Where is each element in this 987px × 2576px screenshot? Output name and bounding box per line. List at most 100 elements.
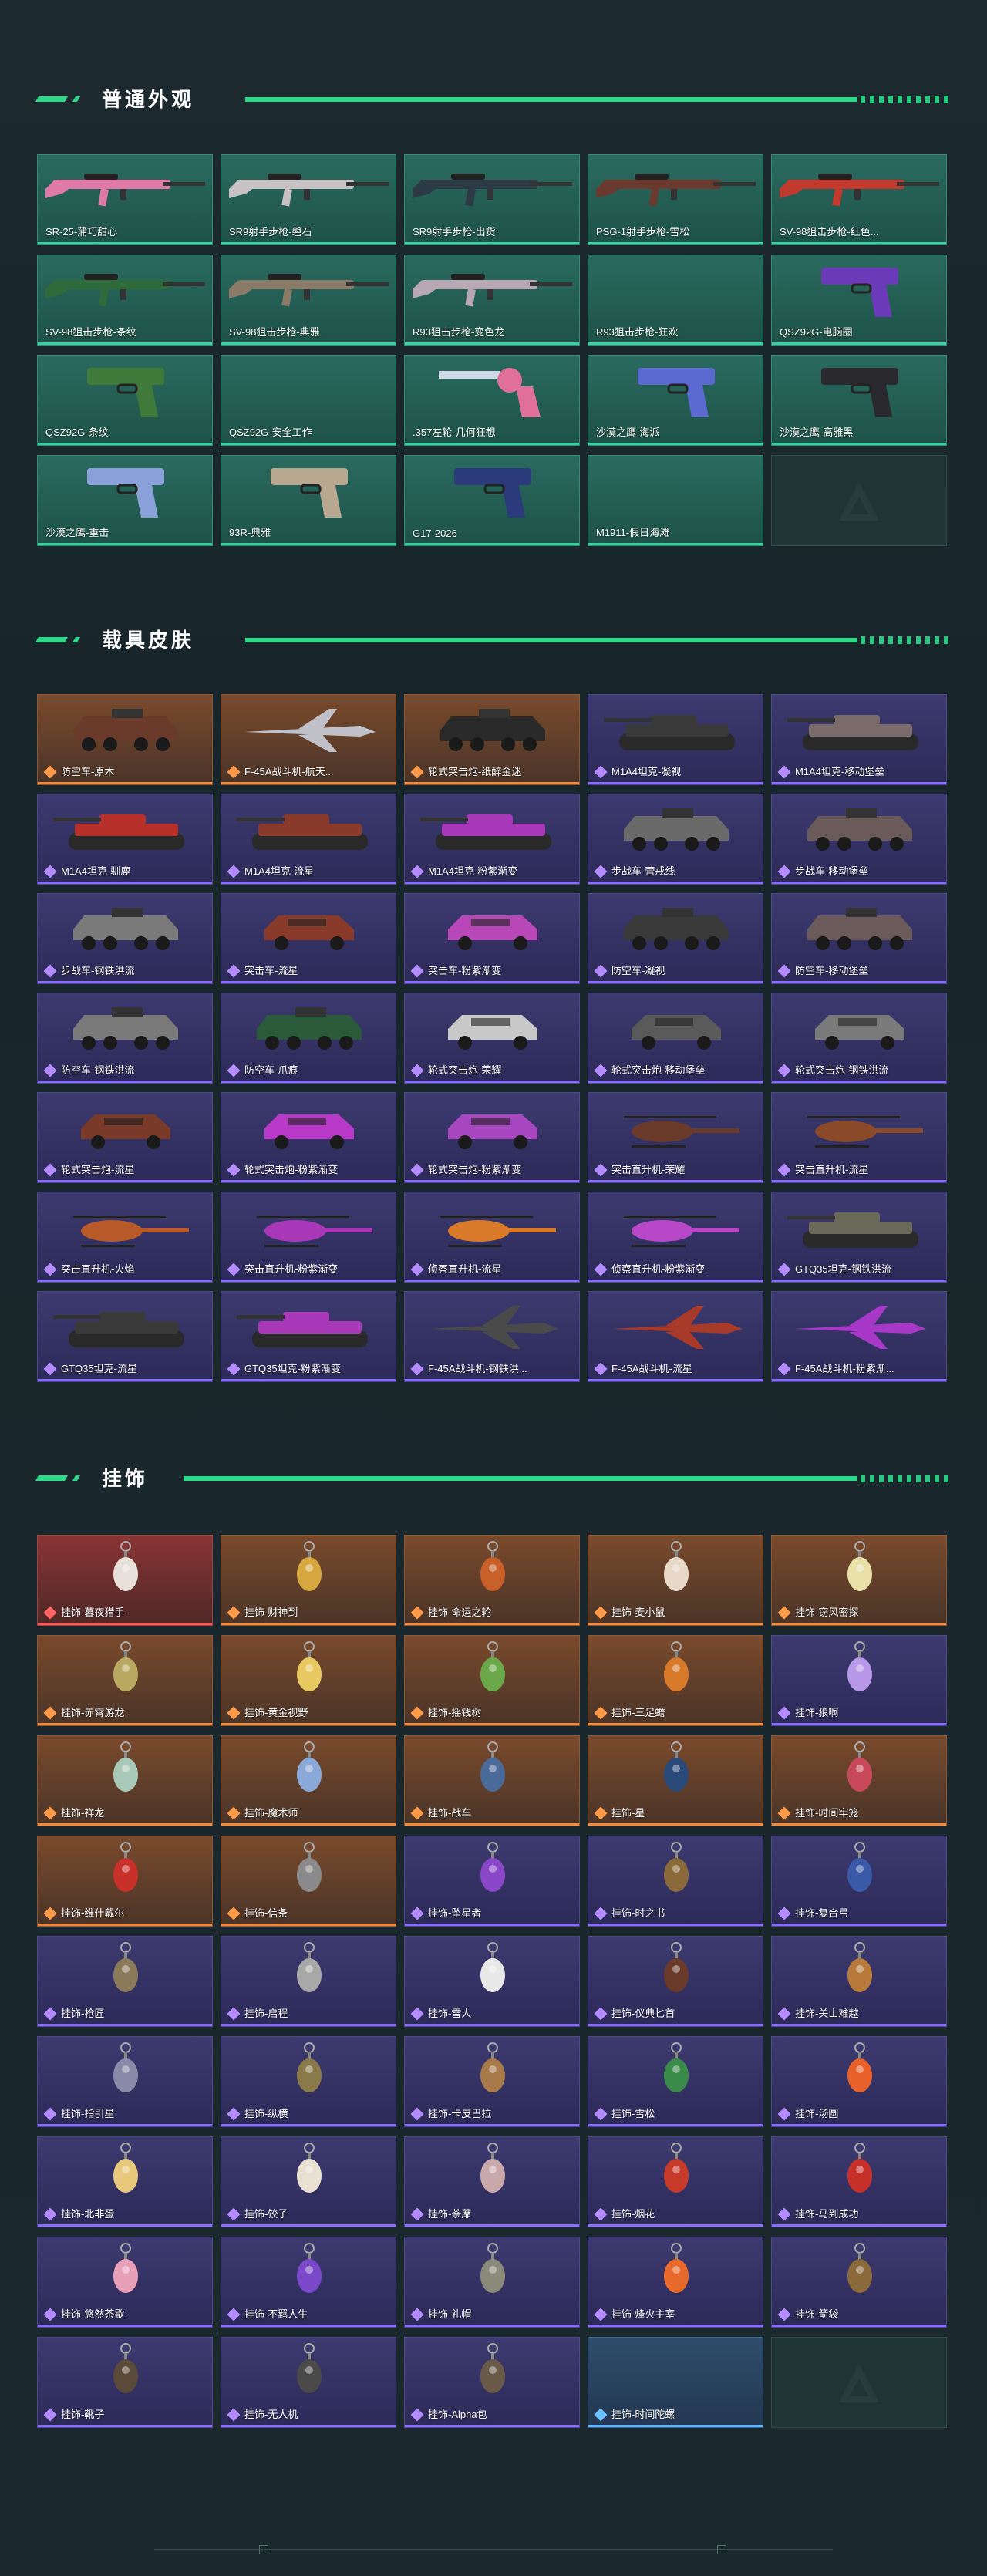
rarity-diamond-icon	[594, 1606, 608, 1620]
item-card[interactable]: 轮式突击炮-钢铁洪流	[771, 993, 947, 1084]
item-card[interactable]: 挂饰-坠星者	[404, 1836, 580, 1927]
item-card[interactable]: R93狙击步枪-变色龙	[404, 255, 580, 346]
item-card[interactable]: M1A4坦克-流星	[221, 794, 396, 885]
item-card[interactable]: 挂饰-祥龙	[37, 1735, 213, 1826]
item-card[interactable]: 挂饰-荼蘼	[404, 2136, 580, 2227]
item-card[interactable]: 挂饰-Alpha包	[404, 2337, 580, 2428]
item-card[interactable]: 挂饰-箭袋	[771, 2237, 947, 2328]
item-card[interactable]: 突击车-流星	[221, 893, 396, 984]
item-card[interactable]: 沙漠之鹰-高雅黑	[771, 355, 947, 446]
item-card[interactable]: 挂饰-狼啊	[771, 1635, 947, 1726]
item-card[interactable]: 挂饰-不羁人生	[221, 2237, 396, 2328]
item-card[interactable]: 突击直升机-粉紫渐变	[221, 1192, 396, 1283]
item-card[interactable]: 挂饰-烽火主宰	[588, 2237, 763, 2328]
item-card[interactable]: 突击直升机-流星	[771, 1092, 947, 1183]
item-card[interactable]: 突击车-粉紫渐变	[404, 893, 580, 984]
item-card[interactable]: GTQ35坦克-流星	[37, 1291, 213, 1382]
item-card[interactable]: 挂饰-指引星	[37, 2036, 213, 2127]
item-card[interactable]: 挂饰-复合弓	[771, 1836, 947, 1927]
item-card[interactable]: 步战车-移动堡垒	[771, 794, 947, 885]
item-card[interactable]: 挂饰-财神到	[221, 1535, 396, 1626]
item-card[interactable]: 挂饰-三足蟾	[588, 1635, 763, 1726]
item-card[interactable]: QSZ92G-安全工作	[221, 355, 396, 446]
item-card[interactable]: SV-98狙击步枪-典雅	[221, 255, 396, 346]
item-card[interactable]: G17-2026	[404, 455, 580, 546]
item-card[interactable]: 沙漠之鹰-重击	[37, 455, 213, 546]
item-card[interactable]: 挂饰-烟花	[588, 2136, 763, 2227]
item-card[interactable]: 侦察直升机-粉紫渐变	[588, 1192, 763, 1283]
item-card[interactable]: 防空车-原木	[37, 694, 213, 785]
item-card[interactable]: 挂饰-窃风密探	[771, 1535, 947, 1626]
item-card[interactable]: 轮式突击炮-荣耀	[404, 993, 580, 1084]
item-card[interactable]: 挂饰-枪匠	[37, 1936, 213, 2027]
item-card[interactable]: 轮式突击炮-粉紫渐变	[404, 1092, 580, 1183]
item-card[interactable]: 挂饰-启程	[221, 1936, 396, 2027]
item-card[interactable]: 侦察直升机-流星	[404, 1192, 580, 1283]
item-card[interactable]: 挂饰-无人机	[221, 2337, 396, 2428]
item-card[interactable]: M1A4坦克-驯鹿	[37, 794, 213, 885]
item-card[interactable]: 步战车-钢铁洪流	[37, 893, 213, 984]
item-card[interactable]: 挂饰-关山难越	[771, 1936, 947, 2027]
item-card[interactable]: 挂饰-麦小鼠	[588, 1535, 763, 1626]
item-card[interactable]: GTQ35坦克-粉紫渐变	[221, 1291, 396, 1382]
item-card[interactable]: QSZ92G-条纹	[37, 355, 213, 446]
item-card[interactable]: R93狙击步枪-狂欢	[588, 255, 763, 346]
item-card[interactable]: 挂饰-时间陀螺	[588, 2337, 763, 2428]
item-card[interactable]: 挂饰-星	[588, 1735, 763, 1826]
item-card[interactable]: 轮式突击炮-粉紫渐变	[221, 1092, 396, 1183]
item-card[interactable]: 挂饰-黄金视野	[221, 1635, 396, 1726]
item-card[interactable]: 防空车-移动堡垒	[771, 893, 947, 984]
item-card[interactable]: 挂饰-仪典匕首	[588, 1936, 763, 2027]
item-card[interactable]: 挂饰-赤霄游龙	[37, 1635, 213, 1726]
item-card[interactable]: 挂饰-时间牢笼	[771, 1735, 947, 1826]
item-card[interactable]: 突击直升机-荣耀	[588, 1092, 763, 1183]
item-card[interactable]: 防空车-凝视	[588, 893, 763, 984]
item-card[interactable]: SR9射手步枪-磐石	[221, 154, 396, 245]
item-card[interactable]: 93R-典雅	[221, 455, 396, 546]
item-card[interactable]: 防空车-爪痕	[221, 993, 396, 1084]
item-card[interactable]: PSG-1射手步枪-雪松	[588, 154, 763, 245]
item-card[interactable]: 挂饰-饺子	[221, 2136, 396, 2227]
item-card[interactable]: 挂饰-暮夜猎手	[37, 1535, 213, 1626]
item-card[interactable]: .357左轮-几何狂想	[404, 355, 580, 446]
item-card[interactable]: 挂饰-卡皮巴拉	[404, 2036, 580, 2127]
item-card[interactable]: 挂饰-魔术师	[221, 1735, 396, 1826]
item-card[interactable]: 挂饰-信条	[221, 1836, 396, 1927]
item-card[interactable]: 防空车-钢铁洪流	[37, 993, 213, 1084]
item-card[interactable]: 挂饰-战车	[404, 1735, 580, 1826]
item-card[interactable]: F-45A战斗机-粉紫渐...	[771, 1291, 947, 1382]
item-card[interactable]: M1A4坦克-粉紫渐变	[404, 794, 580, 885]
item-card[interactable]: GTQ35坦克-钢铁洪流	[771, 1192, 947, 1283]
item-card[interactable]: 突击直升机-火焰	[37, 1192, 213, 1283]
item-card[interactable]: 轮式突击炮-流星	[37, 1092, 213, 1183]
item-card[interactable]: 挂饰-维什戴尔	[37, 1836, 213, 1927]
item-card[interactable]: 挂饰-雪松	[588, 2036, 763, 2127]
item-card[interactable]: 步战车-营戒线	[588, 794, 763, 885]
item-card[interactable]: 挂饰-靴子	[37, 2337, 213, 2428]
item-card[interactable]: M1A4坦克-移动堡垒	[771, 694, 947, 785]
item-card[interactable]: SR-25-蒲巧甜心	[37, 154, 213, 245]
item-card[interactable]: F-45A战斗机-航天...	[221, 694, 396, 785]
item-card[interactable]: 挂饰-纵横	[221, 2036, 396, 2127]
item-card[interactable]: 挂饰-摇钱树	[404, 1635, 580, 1726]
item-card[interactable]: 挂饰-礼帽	[404, 2237, 580, 2328]
item-card[interactable]: 挂饰-北非蛋	[37, 2136, 213, 2227]
item-card[interactable]: F-45A战斗机-钢铁洪...	[404, 1291, 580, 1382]
item-card[interactable]: 挂饰-马到成功	[771, 2136, 947, 2227]
item-card[interactable]: SR9射手步枪-出货	[404, 154, 580, 245]
item-card[interactable]: 挂饰-雪人	[404, 1936, 580, 2027]
item-card[interactable]: 挂饰-汤圆	[771, 2036, 947, 2127]
item-card[interactable]: M1911-假日海滩	[588, 455, 763, 546]
item-card[interactable]: QSZ92G-电脑圈	[771, 255, 947, 346]
item-card[interactable]: F-45A战斗机-流星	[588, 1291, 763, 1382]
item-card[interactable]: 挂饰-命运之轮	[404, 1535, 580, 1626]
item-card[interactable]: SV-98狙击步枪-红色...	[771, 154, 947, 245]
item-card[interactable]: M1A4坦克-凝视	[588, 694, 763, 785]
item-card[interactable]: 轮式突击炮-纸醉金迷	[404, 694, 580, 785]
item-card[interactable]: 沙漠之鹰-海派	[588, 355, 763, 446]
item-image	[664, 2042, 689, 2092]
item-card[interactable]: 挂饰-悠然茶歇	[37, 2237, 213, 2328]
item-card[interactable]: 轮式突击炮-移动堡垒	[588, 993, 763, 1084]
item-card[interactable]: 挂饰-时之书	[588, 1836, 763, 1927]
item-card[interactable]: SV-98狙击步枪-条纹	[37, 255, 213, 346]
